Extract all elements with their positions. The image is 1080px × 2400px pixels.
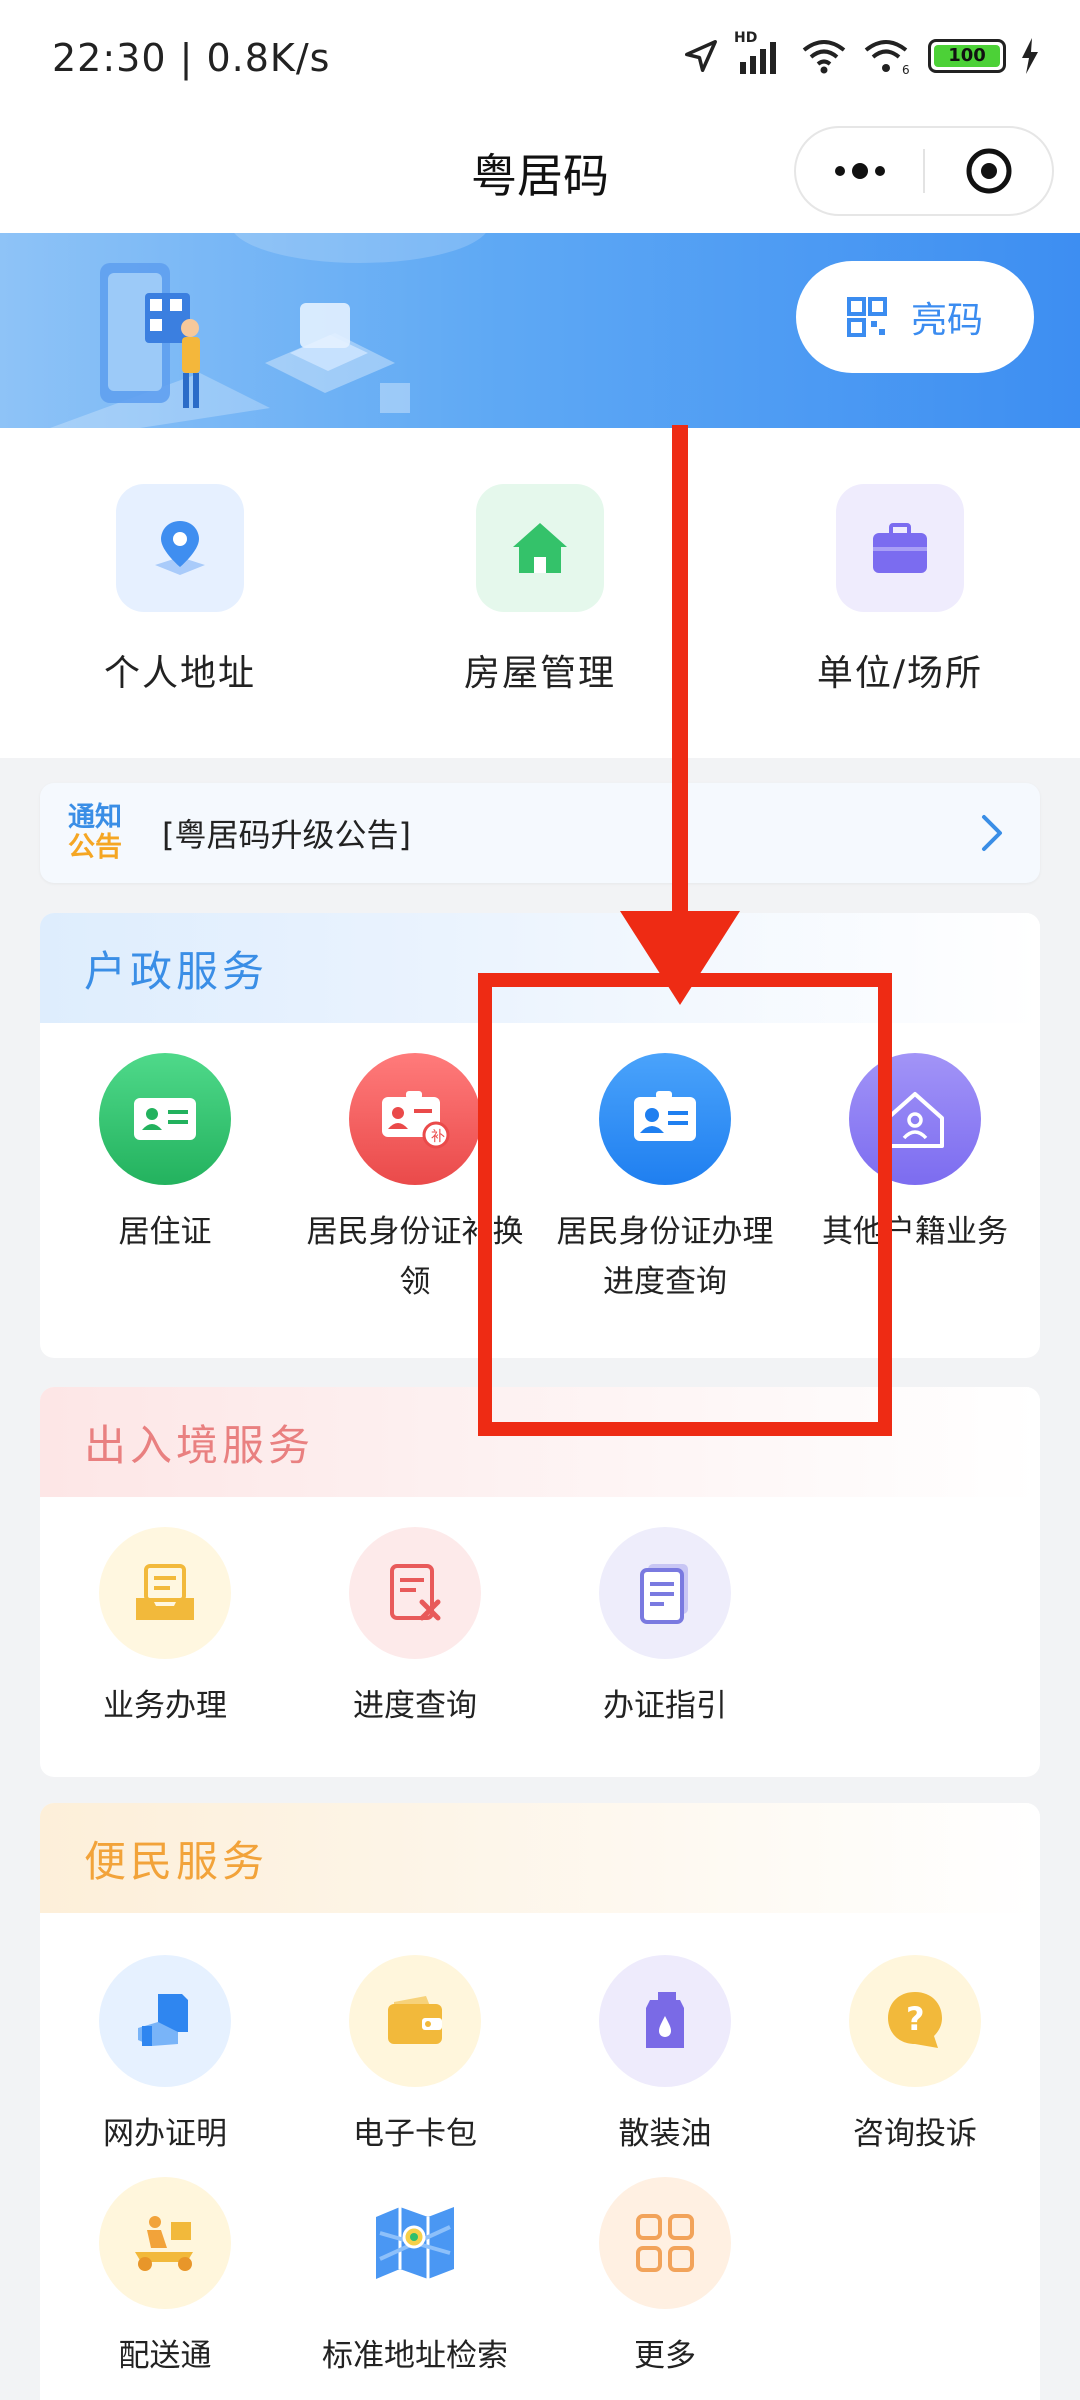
location-arrow-icon [685, 40, 717, 72]
target-close-icon [966, 148, 1011, 194]
location-pin-icon [116, 484, 244, 612]
wifi-icon [802, 40, 846, 74]
convenience-services-card: 便民服务 网办证明 电子卡包 散装油 ? 咨询投诉 配送通 标准地址检索 更多 [40, 1803, 1040, 2400]
status-icons: HD 6 100 [682, 30, 1040, 76]
notice-tag: 通知 公告 [68, 803, 138, 863]
banner-illustration [50, 233, 486, 428]
wifi-6-icon: 6 [864, 40, 910, 76]
service-consult-complaint[interactable]: ? 咨询投诉 [790, 1955, 1040, 2159]
oil-canister-icon [599, 1955, 731, 2087]
show-code-button[interactable]: 亮码 [796, 261, 1034, 373]
chevron-right-icon [982, 815, 1002, 851]
question-bubble-icon: ? [849, 1955, 981, 2087]
service-label: 更多 [634, 2338, 696, 2374]
charging-bolt-icon [1022, 38, 1038, 74]
certificate-hand-icon [99, 1955, 231, 2087]
delivery-scooter-icon [99, 2177, 231, 2309]
service-certificate-guide[interactable]: 办证指引 [540, 1527, 790, 1731]
notice-tag-line2: 公告 [68, 832, 122, 863]
quick-item-label: 单位/场所 [816, 653, 984, 694]
guide-document-icon [599, 1527, 731, 1659]
battery-icon: 100 [928, 39, 1006, 73]
residence-card-icon [99, 1053, 231, 1185]
service-label: 进度查询 [353, 1688, 477, 1724]
notice-bar[interactable]: 通知 公告 [粤居码升级公告] [40, 783, 1040, 883]
service-online-certificate[interactable]: 网办证明 [40, 1955, 290, 2159]
map-search-icon [349, 2177, 481, 2309]
annotation-highlight-box [478, 973, 892, 1436]
miniprogram-capsule [794, 126, 1054, 216]
service-address-search[interactable]: 标准地址检索 [290, 2177, 540, 2381]
status-time: 22:30 | 0.8K/s [52, 36, 331, 80]
service-more[interactable]: 更多 [540, 2177, 790, 2381]
nav-bar: 粤居码 [0, 110, 1080, 235]
wallet-icon [349, 1955, 481, 2087]
service-bulk-oil[interactable]: 散装油 [540, 1955, 790, 2159]
service-label: 散装油 [618, 2116, 712, 2152]
battery-level: 100 [934, 45, 1000, 67]
convenience-services-title: 便民服务 [40, 1803, 1040, 1913]
close-miniprogram-button[interactable] [925, 128, 1052, 214]
notice-text: [粤居码升级公告] [162, 816, 411, 854]
service-progress-query[interactable]: 进度查询 [290, 1527, 540, 1731]
quick-item-unit-venue[interactable]: 单位/场所 [720, 428, 1080, 758]
service-business-handling[interactable]: 业务办理 [40, 1527, 290, 1731]
service-label: 办证指引 [603, 1688, 727, 1724]
service-label: 电子卡包 [353, 2116, 477, 2152]
quick-item-label: 个人地址 [103, 653, 256, 694]
briefcase-icon [836, 484, 964, 612]
service-residence-permit[interactable]: 居住证 [40, 1053, 290, 1307]
quick-entries: 个人地址 房屋管理 单位/场所 [0, 428, 1080, 758]
service-label: 居住证 [118, 1214, 212, 1250]
service-label: 配送通 [118, 2338, 212, 2374]
grid-more-icon [599, 2177, 731, 2309]
service-label: 咨询投诉 [853, 2116, 977, 2152]
qr-code-icon [846, 297, 887, 337]
network-hd-label: HD [734, 30, 758, 46]
more-dots-icon [834, 163, 885, 179]
service-label: 业务办理 [103, 1688, 227, 1724]
service-label: 标准地址检索 [322, 2338, 508, 2374]
status-bar: 22:30 | 0.8K/s HD 6 100 [0, 0, 1080, 120]
service-e-wallet[interactable]: 电子卡包 [290, 1955, 540, 2159]
svg-text:6: 6 [902, 63, 910, 76]
house-icon [476, 484, 604, 612]
show-code-label: 亮码 [910, 300, 983, 341]
quick-item-personal-address[interactable]: 个人地址 [0, 428, 360, 758]
svg-text:?: ? [906, 2000, 925, 2038]
service-label: 网办证明 [103, 2116, 227, 2152]
id-card-replace-icon: 补 [349, 1053, 481, 1185]
banner: 亮码 [0, 233, 1080, 428]
annotation-arrow [620, 425, 740, 1005]
signal-icon: HD [734, 30, 786, 76]
quick-item-label: 房屋管理 [463, 653, 616, 694]
notice-tag-line1: 通知 [68, 802, 122, 833]
more-menu-button[interactable] [796, 128, 923, 214]
svg-text:补: 补 [431, 1129, 445, 1145]
service-delivery[interactable]: 配送通 [40, 2177, 290, 2381]
inbox-tray-icon [99, 1527, 231, 1659]
document-x-icon [349, 1527, 481, 1659]
entry-exit-services-card: 出入境服务 业务办理 进度查询 办证指引 [40, 1387, 1040, 1777]
